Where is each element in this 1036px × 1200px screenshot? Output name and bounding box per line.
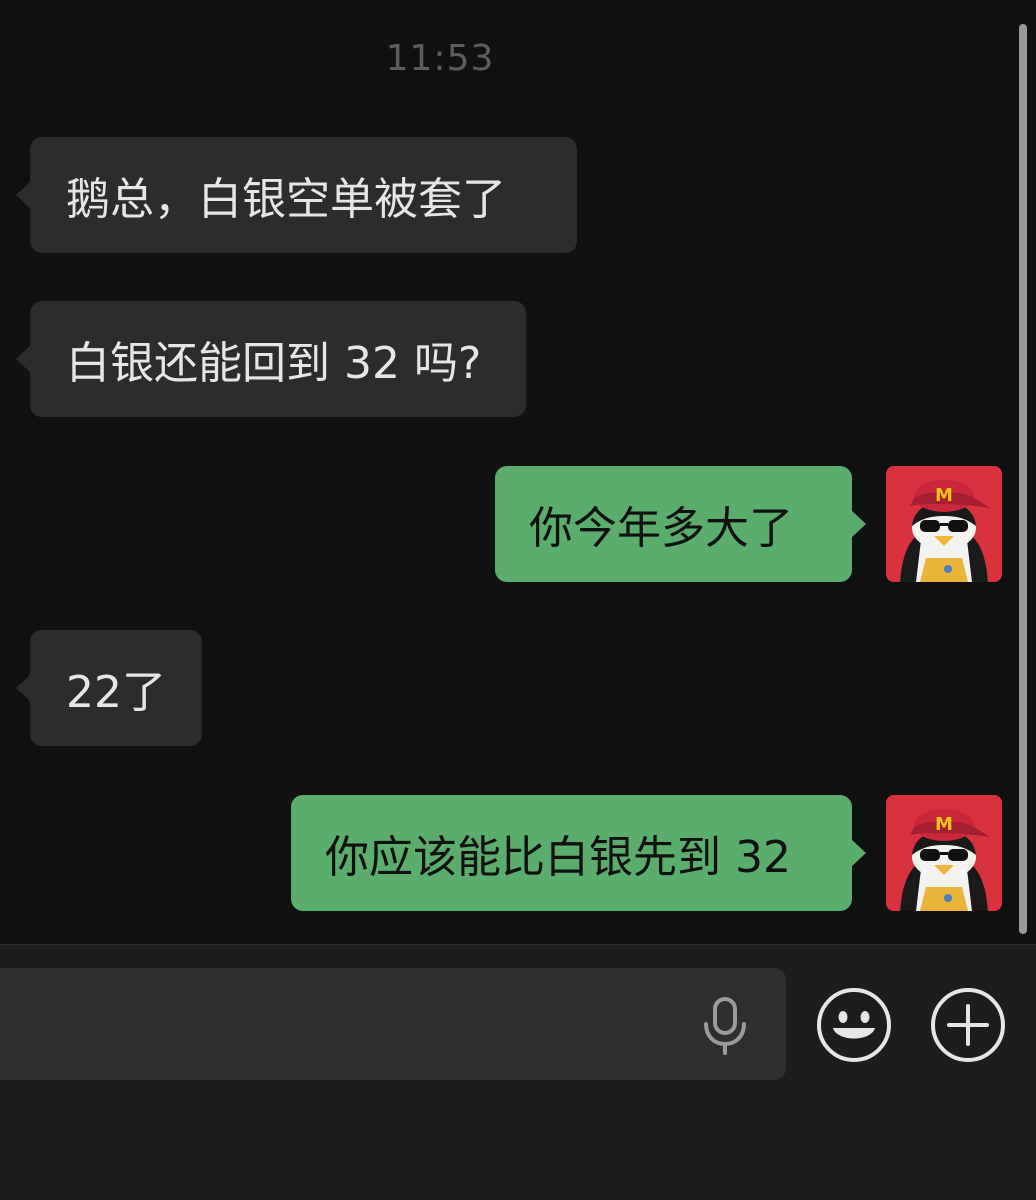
incoming-message-bubble[interactable]: 白银还能回到 32 吗? (16, 301, 526, 417)
outgoing-message-bubble[interactable]: 你应该能比白银先到 32 (291, 795, 866, 911)
smiley-icon[interactable] (815, 986, 893, 1064)
microphone-icon[interactable] (700, 996, 750, 1056)
avatar[interactable]: M (886, 795, 1002, 911)
message-text: 你应该能比白银先到 32 (325, 832, 791, 883)
message-input[interactable] (0, 968, 786, 1080)
message-text: 22了 (66, 667, 166, 718)
penguin-avatar-icon: M (886, 466, 1002, 582)
scrollbar[interactable] (1019, 24, 1027, 934)
message-text: 你今年多大了 (529, 503, 793, 554)
message-text: 白银还能回到 32 吗? (66, 338, 482, 389)
incoming-message-bubble[interactable]: 鹅总，白银空单被套了 (16, 137, 577, 253)
penguin-avatar-icon: M (886, 795, 1002, 911)
outgoing-message-bubble[interactable]: 你今年多大了 (495, 466, 866, 582)
plus-circle-icon[interactable] (929, 986, 1007, 1064)
incoming-message-bubble[interactable]: 22了 (16, 630, 202, 746)
avatar[interactable]: M (886, 466, 1002, 582)
message-timestamp: 11:53 (385, 38, 495, 79)
message-text: 鹅总，白银空单被套了 (66, 174, 506, 225)
svg-text:M: M (935, 814, 953, 835)
chat-screen: 11:53 鹅总，白银空单被套了 白银还能回到 32 吗? 你今年多大了 M 2… (0, 0, 1036, 1200)
svg-text:M: M (935, 485, 953, 506)
